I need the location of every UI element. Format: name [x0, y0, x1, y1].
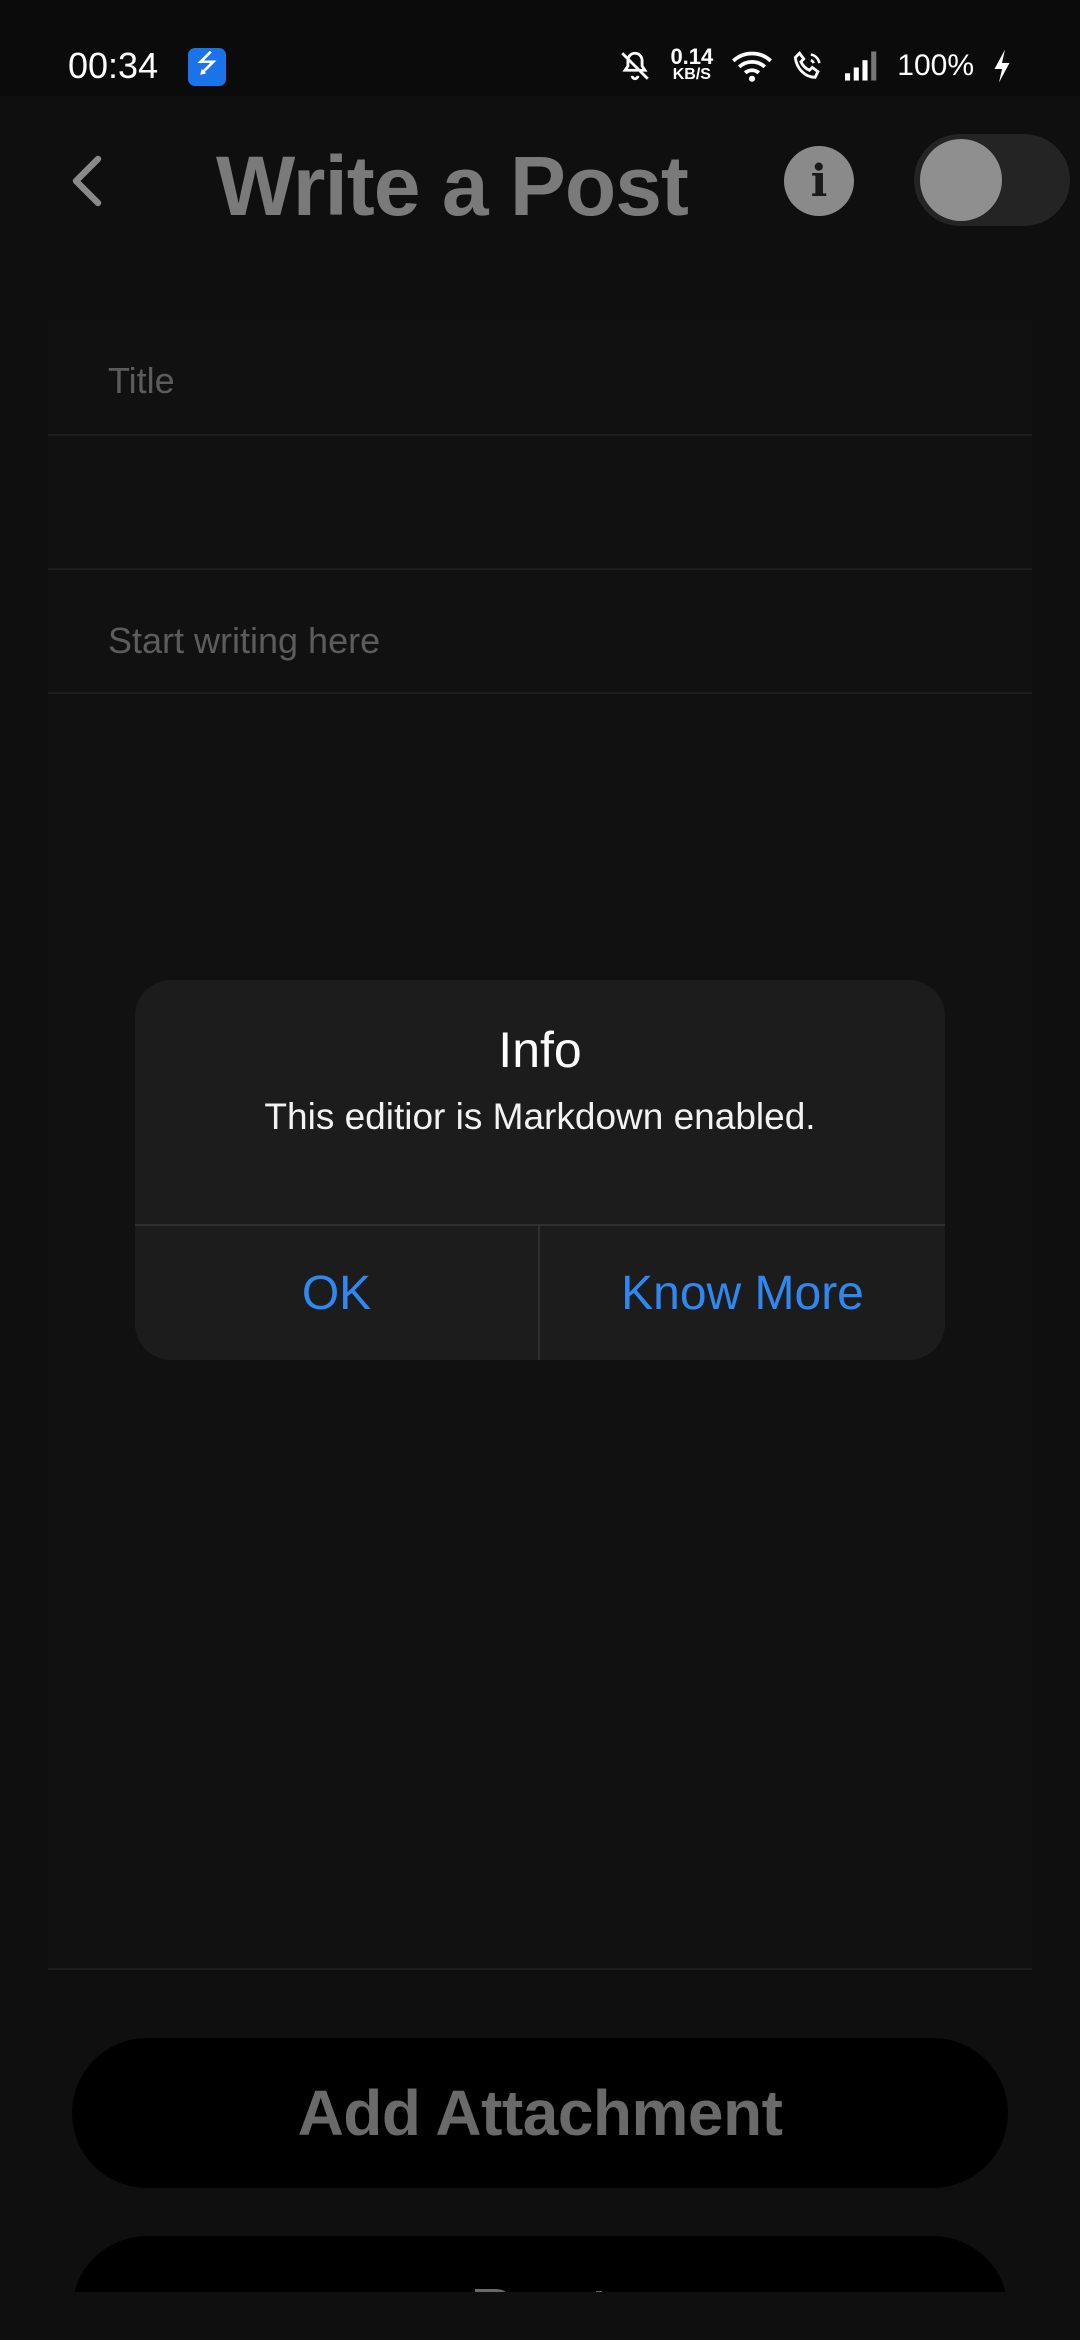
ok-button[interactable]: OK [135, 1226, 538, 1360]
info-dialog: Info This editior is Markdown enabled. O… [135, 980, 945, 1360]
usb-icon: ⭍ [188, 48, 226, 86]
dialog-message: This editior is Markdown enabled. [264, 1096, 816, 1137]
net-speed-unit: KB/S [672, 66, 711, 83]
post-button[interactable]: Post [72, 2236, 1008, 2292]
info-icon: i [810, 155, 828, 207]
back-button[interactable] [56, 146, 116, 216]
title-input[interactable]: Title [48, 320, 1032, 436]
chevron-left-icon [72, 155, 102, 207]
charging-icon [994, 49, 1010, 83]
body-input[interactable]: Start writing here [48, 570, 1032, 694]
signal-icon [845, 51, 877, 81]
add-attachment-button[interactable]: Add Attachment [72, 2038, 1008, 2188]
mute-icon [621, 51, 650, 81]
battery-percent: 100% [897, 49, 974, 82]
title-placeholder: Title [108, 360, 175, 401]
status-icons: 0.14 KB/S 100% [618, 44, 1012, 88]
screen: 00:34 ⭍ 0.14 KB/S 100% Write a Post i Ti… [0, 0, 1080, 2340]
info-button[interactable]: i [784, 146, 854, 216]
wifi-icon [732, 51, 773, 82]
status-time: 00:34 [68, 45, 159, 86]
page-title: Write a Post [216, 139, 689, 233]
wifi-calling-icon [794, 51, 821, 79]
net-speed-value: 0.14 [670, 44, 714, 69]
dialog-title: Info [498, 1022, 582, 1078]
status-bar: 00:34 ⭍ 0.14 KB/S 100% [0, 0, 1080, 96]
toggle-knob [920, 139, 1002, 221]
post-button-container: Post [0, 2236, 1080, 2292]
app-bar: Write a Post i [0, 96, 1080, 266]
net-speed: 0.14 KB/S [670, 44, 714, 84]
subtitle-area[interactable] [48, 436, 1032, 570]
mode-toggle[interactable] [914, 134, 1070, 226]
body-placeholder: Start writing here [108, 620, 381, 661]
know-more-button[interactable]: Know More [540, 1226, 945, 1360]
